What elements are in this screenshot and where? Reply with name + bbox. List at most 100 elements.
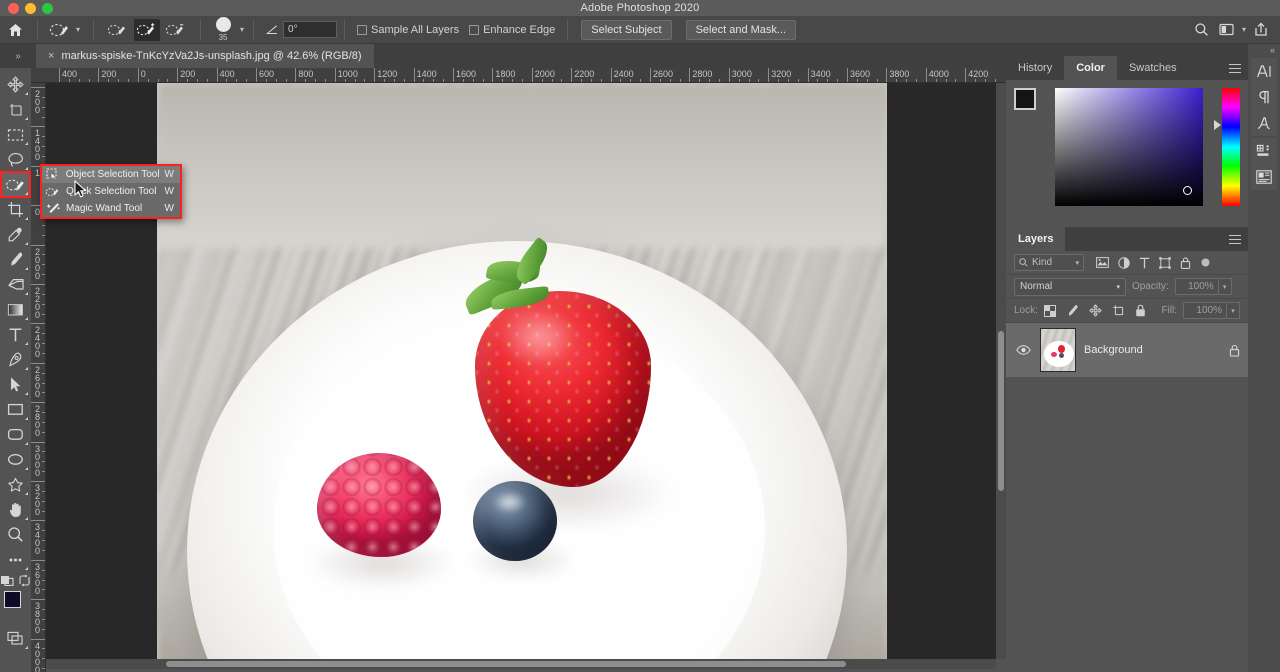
more-tools-icon[interactable] [1, 547, 30, 572]
eraser-tool[interactable] [1, 272, 30, 297]
flyout-item-magic-wand-tool[interactable]: Magic Wand Tool W [42, 200, 180, 217]
brush-options-chevron-down-icon[interactable]: ▾ [238, 25, 246, 34]
quick-mask-icon[interactable] [0, 574, 15, 587]
color-swatches[interactable] [1, 590, 30, 620]
panel-menu-icon[interactable] [1222, 227, 1248, 251]
canvas-area[interactable] [46, 83, 996, 659]
document-image[interactable] [157, 83, 887, 659]
custom-shape-tool[interactable] [1, 472, 30, 497]
expand-panels-left-icon[interactable]: » [0, 44, 36, 68]
flyout-item-object-selection-tool[interactable]: Object Selection Tool W [42, 166, 180, 183]
rectangular-marquee-tool[interactable] [1, 122, 30, 147]
pen-tool[interactable] [1, 347, 30, 372]
add-to-selection-button[interactable] [134, 19, 160, 41]
blend-mode-select[interactable]: Normal ▾ [1014, 278, 1126, 296]
opacity-value[interactable]: 100% [1175, 278, 1219, 295]
filter-smart-icon[interactable] [1180, 257, 1191, 269]
collapse-rail-icon[interactable]: « [1248, 44, 1280, 56]
adjustments-icon[interactable] [1252, 167, 1276, 187]
character-A-icon[interactable] [1252, 61, 1276, 81]
layer-kind-filter[interactable]: Kind ▾ [1014, 254, 1084, 271]
close-window-button[interactable] [8, 3, 19, 14]
libraries-icon[interactable] [1252, 141, 1276, 161]
swap-colors-icon[interactable] [18, 574, 31, 587]
hue-slider-track[interactable] [1222, 88, 1240, 206]
chevron-down-icon[interactable]: ▾ [1075, 259, 1079, 267]
opacity-stepper-chevron-down-icon[interactable]: ▾ [1219, 278, 1232, 295]
flyout-item-quick-selection-tool[interactable]: Quick Selection Tool W [42, 183, 180, 200]
lock-transparent-icon[interactable] [1044, 305, 1056, 317]
chevron-down-icon[interactable]: ▾ [1240, 25, 1248, 34]
tab-history[interactable]: History [1006, 56, 1064, 80]
brush-tool[interactable] [1, 247, 30, 272]
rectangle-tool[interactable] [1, 397, 30, 422]
window-controls[interactable] [8, 0, 53, 16]
crop-tool[interactable] [1, 197, 30, 222]
screen-mode-icon[interactable] [1, 626, 30, 651]
sample-all-layers-checkbox[interactable]: Sample All Layers [352, 24, 464, 36]
type-tool[interactable] [1, 322, 30, 347]
layer-lock-icon[interactable] [1229, 344, 1240, 357]
chevron-down-icon[interactable]: ▾ [1116, 283, 1120, 291]
glyphs-A-icon[interactable] [1252, 113, 1276, 133]
lock-artboard-icon[interactable] [1112, 304, 1125, 317]
select-subject-button[interactable]: Select Subject [581, 20, 671, 40]
hand-tool[interactable] [1, 497, 30, 522]
scrollbar-thumb[interactable] [166, 661, 846, 667]
hue-slider-marker[interactable] [1214, 120, 1221, 130]
tab-swatches[interactable]: Swatches [1117, 56, 1189, 80]
panel-menu-icon[interactable] [1222, 56, 1248, 80]
filter-pixel-icon[interactable] [1096, 257, 1109, 268]
fill-value[interactable]: 100% [1183, 302, 1227, 319]
layer-name[interactable]: Background [1084, 344, 1221, 356]
filter-adjustment-icon[interactable] [1118, 257, 1130, 269]
select-and-mask-button[interactable]: Select and Mask... [686, 20, 797, 40]
eyedropper-tool[interactable] [1, 222, 30, 247]
workspace-icon[interactable] [1215, 19, 1238, 41]
tab-color[interactable]: Color [1064, 56, 1117, 80]
foreground-color-swatch[interactable] [1014, 88, 1036, 110]
home-icon[interactable] [0, 19, 30, 41]
brush-size-preview[interactable]: 35 [208, 17, 238, 42]
layer-thumbnail[interactable] [1040, 328, 1076, 372]
minimize-window-button[interactable] [25, 3, 36, 14]
rounded-rectangle-tool[interactable] [1, 422, 30, 447]
artboard-tool[interactable] [1, 97, 30, 122]
tab-layers[interactable]: Layers [1006, 227, 1065, 251]
canvas-horizontal-scrollbar[interactable] [46, 659, 996, 669]
ellipse-tool[interactable] [1, 447, 30, 472]
maximize-window-button[interactable] [42, 3, 53, 14]
angle-input[interactable]: 0° [283, 21, 337, 38]
horizontal-ruler[interactable]: 4002000200400600800100012001400160018002… [31, 68, 1006, 83]
filter-toggle-icon[interactable] [1200, 257, 1211, 268]
color-field[interactable] [1055, 88, 1203, 206]
gradient-tool[interactable] [1, 297, 30, 322]
opacity-control[interactable]: 100% ▾ [1175, 278, 1232, 295]
search-icon[interactable] [1190, 19, 1213, 41]
layer-row-background[interactable]: Background [1006, 323, 1248, 377]
filter-type-icon[interactable] [1139, 257, 1150, 269]
hue-slider[interactable] [1223, 88, 1240, 206]
zoom-tool[interactable] [1, 522, 30, 547]
tool-preset-picker[interactable]: ▾ [45, 19, 86, 41]
path-selection-tool[interactable] [1, 372, 30, 397]
fill-stepper-chevron-down-icon[interactable]: ▾ [1227, 302, 1240, 319]
chevron-down-icon[interactable]: ▾ [74, 25, 82, 34]
tool-flyout-menu[interactable]: Object Selection Tool W Quick Selection … [40, 164, 182, 219]
filter-shape-icon[interactable] [1159, 257, 1171, 269]
paragraph-pilcrow-icon[interactable] [1252, 87, 1276, 107]
move-tool[interactable] [1, 72, 30, 97]
lock-image-icon[interactable] [1066, 304, 1079, 317]
share-icon[interactable] [1250, 19, 1272, 41]
subtract-from-selection-button[interactable] [163, 19, 189, 41]
lock-all-icon[interactable] [1135, 304, 1146, 317]
lock-position-icon[interactable] [1089, 304, 1102, 317]
fill-control[interactable]: 100% ▾ [1183, 302, 1240, 319]
close-icon[interactable]: × [48, 50, 54, 62]
new-selection-button[interactable] [105, 19, 131, 41]
color-picker-ring[interactable] [1183, 186, 1192, 195]
color-panel-swatches[interactable] [1014, 88, 1047, 122]
foreground-color-swatch[interactable] [4, 591, 21, 608]
lasso-tool[interactable] [1, 147, 30, 172]
document-tab[interactable]: × markus-spiske-TnKcYzVa2Js-unsplash.jpg… [36, 44, 374, 68]
